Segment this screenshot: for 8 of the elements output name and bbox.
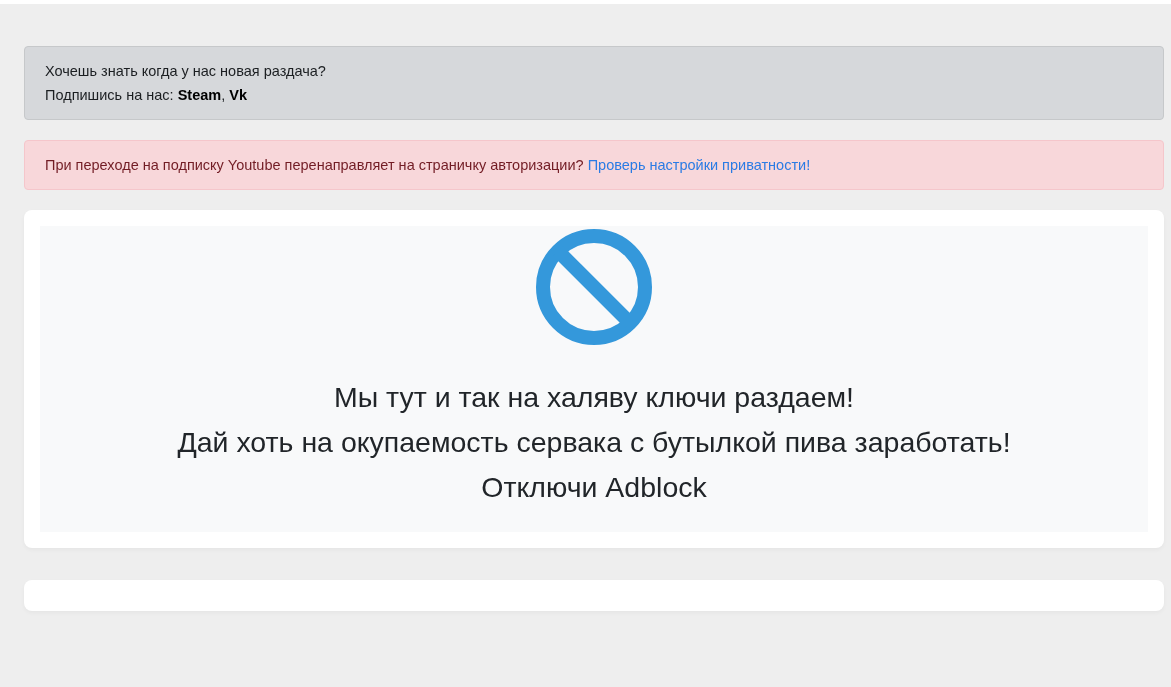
notice-text: Дай хоть на окупаемость сервака с бутылкой пива заработать! — [177, 425, 1011, 460]
notice-text: Мы тут и так на халяву ключи раздаем! — [333, 380, 855, 415]
prohibited-icon — [536, 229, 652, 345]
privacy-settings-link[interactable]: Проверь настройки приватности! — [587, 157, 811, 173]
alert-text: Подпишись на нас: Steam, Vk — [45, 86, 248, 105]
alert-text: Хочешь знать когда у нас новая раздача? — [45, 62, 327, 81]
notice-text: Отключи Adblock — [481, 470, 707, 505]
alert-text: При переходе на подписку Youtube перенаправляет на страничку авторизации? Проверь настройки приватности! — [45, 156, 812, 175]
